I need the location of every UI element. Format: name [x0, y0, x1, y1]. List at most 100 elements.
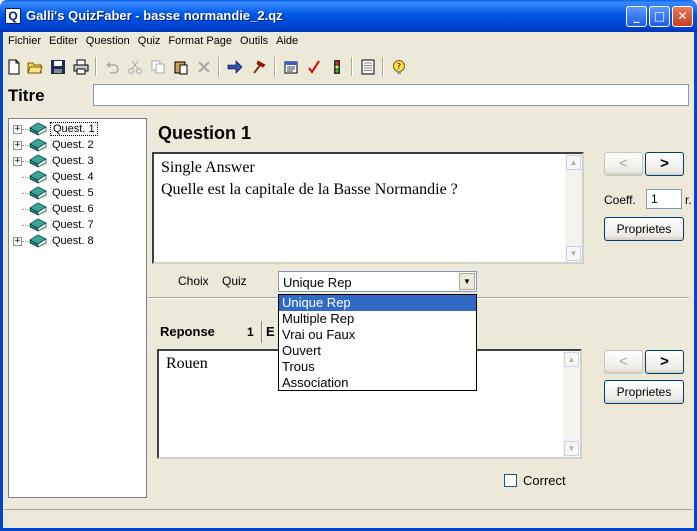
option-vrai-ou-faux[interactable]: Vrai ou Faux [279, 327, 476, 343]
maximize-button[interactable]: □ [649, 6, 670, 27]
cut-button[interactable] [125, 56, 145, 77]
scroll-up-icon[interactable]: ▲ [566, 155, 581, 170]
expand-icon[interactable]: + [13, 236, 22, 246]
minimize-button[interactable]: _ [626, 6, 647, 27]
option-ouvert[interactable]: Ouvert [279, 343, 476, 359]
open-button[interactable] [25, 56, 45, 77]
tree-item-label: Quest. 4 [52, 171, 94, 183]
hammer-button[interactable] [249, 56, 269, 77]
tree-item-label: Quest. 5 [52, 187, 94, 199]
question-properties-button[interactable]: Proprietes [604, 217, 684, 241]
tab-separator [261, 321, 263, 343]
tree-item[interactable]: + Quest. 2 [13, 137, 96, 153]
new-icon [8, 59, 20, 74]
forward-icon [227, 59, 243, 74]
book-icon [29, 122, 47, 136]
toolbar-separator [382, 57, 384, 76]
help-button[interactable]: ? [389, 56, 409, 77]
book-icon [29, 154, 47, 168]
book-icon [29, 170, 47, 184]
toolbar-separator [218, 57, 220, 76]
list-icon [361, 59, 375, 74]
maximize-icon: □ [653, 9, 666, 23]
tree-line [22, 240, 28, 242]
list-button[interactable] [358, 56, 378, 77]
expand-icon[interactable]: + [13, 156, 22, 166]
menu-quiz[interactable]: Quiz [134, 33, 165, 49]
undo-button[interactable] [102, 56, 122, 77]
tree-line [22, 160, 28, 162]
tree-item[interactable]: Quest. 6 [13, 201, 96, 217]
print-button[interactable] [71, 56, 91, 77]
app-icon[interactable]: Q [5, 8, 21, 24]
tree-item[interactable]: + Quest. 3 [13, 153, 96, 169]
minimize-icon: _ [633, 9, 640, 23]
paste-button[interactable] [171, 56, 191, 77]
quiz-type-select[interactable]: Unique Rep ▼ [278, 271, 477, 292]
question-tree[interactable]: + Quest. 1 + Quest. 2 + Quest. 3 Quest. 4 Quest… [8, 118, 147, 498]
tree-item[interactable]: Quest. 5 [13, 185, 96, 201]
menu-fichier[interactable]: Fichier [4, 33, 45, 49]
tree-line [22, 224, 28, 226]
book-icon [29, 186, 47, 200]
menu-format-page[interactable]: Format Page [164, 33, 236, 49]
answer-scrollbar[interactable]: ▲ ▼ [563, 351, 580, 457]
scroll-up-icon[interactable]: ▲ [564, 352, 579, 367]
close-icon: ✕ [677, 9, 688, 23]
properties-button[interactable] [281, 56, 301, 77]
question-text: Single Answer Quelle est la capitale de … [161, 159, 458, 198]
menu-outils[interactable]: Outils [236, 33, 272, 49]
tree-item[interactable]: + Quest. 1 [13, 121, 98, 137]
forward-button[interactable] [225, 56, 245, 77]
save-icon [51, 59, 65, 74]
tree-line [22, 128, 28, 130]
option-trous[interactable]: Trous [279, 359, 476, 375]
traffic-light-button[interactable] [327, 56, 347, 77]
tab-next[interactable]: E [266, 324, 275, 339]
coeff-input[interactable]: 1 [646, 189, 682, 209]
save-button[interactable] [48, 56, 68, 77]
menu-aide[interactable]: Aide [272, 33, 302, 49]
correct-label: Correct [523, 473, 566, 488]
question-next-button[interactable]: > [645, 152, 684, 176]
answer-prev-button[interactable]: < [604, 350, 643, 374]
scroll-down-icon[interactable]: ▼ [566, 246, 581, 261]
answer-next-button[interactable]: > [645, 350, 684, 374]
correct-checkbox[interactable] [504, 474, 517, 487]
delete-icon [198, 60, 210, 73]
tree-line [22, 144, 28, 146]
question-text-area[interactable]: Single Answer Quelle est la capitale de … [152, 152, 584, 264]
tree-item[interactable]: Quest. 4 [13, 169, 96, 185]
tree-line [22, 176, 28, 178]
coeff-label: Coeff. [604, 193, 636, 207]
tab-reponse[interactable]: Reponse [160, 324, 215, 339]
question-prev-button[interactable]: < [604, 152, 643, 176]
chevron-down-icon[interactable]: ▼ [459, 273, 475, 290]
menu-editer[interactable]: Editer [45, 33, 82, 49]
scroll-down-icon[interactable]: ▼ [564, 441, 579, 456]
option-unique-rep[interactable]: Unique Rep [279, 295, 476, 311]
menu-question[interactable]: Question [82, 33, 134, 49]
copy-button[interactable] [148, 56, 168, 77]
tree-item[interactable]: Quest. 7 [13, 217, 96, 233]
new-button[interactable] [4, 56, 24, 77]
quiz-label: Quiz [222, 274, 247, 288]
titre-input[interactable] [93, 84, 689, 106]
tree-line [22, 208, 28, 210]
tree-item[interactable]: + Quest. 8 [13, 233, 96, 249]
option-association[interactable]: Association [279, 375, 476, 391]
expand-icon[interactable]: + [13, 124, 22, 134]
check-button[interactable] [304, 56, 324, 77]
book-icon [29, 234, 47, 248]
option-multiple-rep[interactable]: Multiple Rep [279, 311, 476, 327]
answer-properties-button[interactable]: Proprietes [604, 380, 684, 404]
expand-icon[interactable]: + [13, 140, 22, 150]
quiz-type-dropdown[interactable]: Unique Rep Multiple Rep Vrai ou Faux Ouv… [278, 294, 477, 391]
cut-icon [128, 60, 142, 74]
question-scrollbar[interactable]: ▲ ▼ [565, 154, 582, 262]
title-bar[interactable]: Q Galli's QuizFaber - basse normandie_2.… [0, 0, 697, 32]
delete-button[interactable] [194, 56, 214, 77]
reponse-number: 1 [247, 325, 254, 339]
close-button[interactable]: ✕ [672, 6, 693, 27]
